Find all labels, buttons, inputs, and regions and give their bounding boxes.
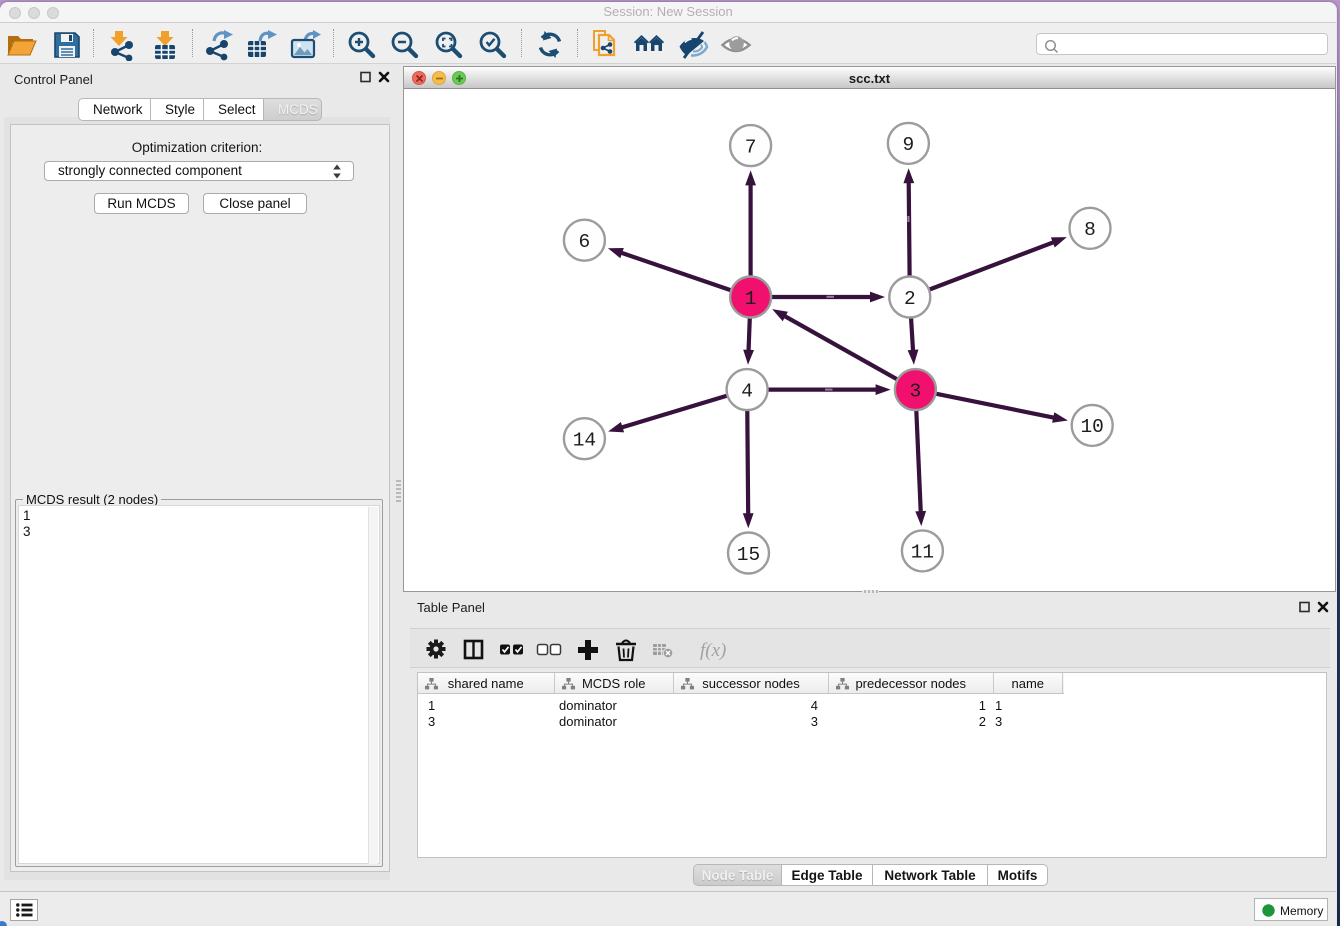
svg-text:4: 4	[741, 380, 753, 402]
svg-text:15: 15	[737, 544, 760, 566]
svg-text:3: 3	[910, 380, 922, 402]
svg-text:8: 8	[1084, 219, 1096, 241]
svg-text:6: 6	[579, 231, 591, 253]
svg-text:9: 9	[903, 134, 915, 156]
svg-text:7: 7	[745, 136, 757, 158]
svg-text:f(x): f(x)	[700, 640, 726, 661]
svg-text:2: 2	[904, 288, 916, 310]
svg-text:1: 1	[745, 288, 757, 310]
svg-text:11: 11	[911, 542, 934, 564]
svg-text:10: 10	[1080, 416, 1103, 438]
svg-text:14: 14	[573, 430, 596, 452]
